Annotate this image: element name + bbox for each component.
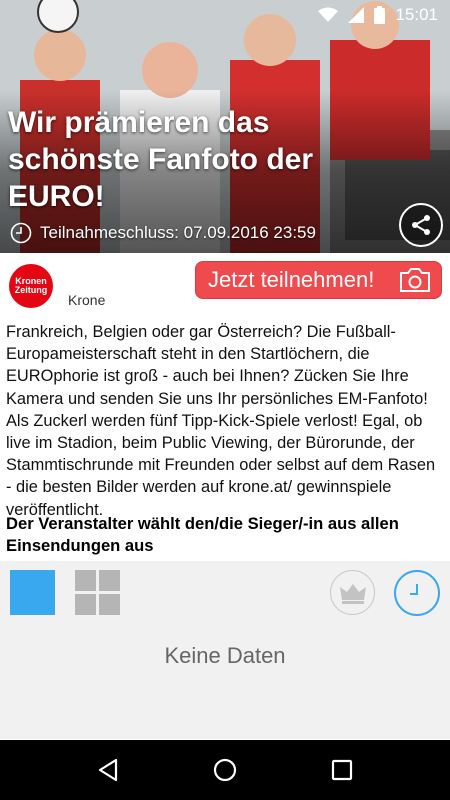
back-button[interactable]	[83, 745, 133, 795]
camera-icon	[400, 268, 430, 292]
grid-view-icon[interactable]	[75, 570, 120, 615]
system-nav-bar	[0, 740, 450, 800]
empty-state-text: Keine Daten	[164, 643, 286, 668]
home-icon	[213, 758, 237, 782]
publisher-name: Krone	[68, 292, 106, 308]
participate-button[interactable]: Jetzt teilnehmen!	[195, 261, 442, 299]
clock-icon	[10, 222, 32, 244]
sort-top-button[interactable]	[330, 570, 375, 615]
share-button[interactable]	[399, 203, 443, 247]
deadline: Teilnahmeschluss: 07.09.2016 23:59	[10, 222, 316, 244]
sort-recent-button[interactable]	[394, 570, 440, 616]
wifi-icon	[318, 7, 339, 22]
recents-icon	[331, 759, 352, 781]
single-view-icon[interactable]	[10, 570, 55, 615]
hero-title: Wir prämieren das schönste Fanfoto der E…	[8, 106, 314, 213]
status-bar: 15:01	[0, 0, 450, 30]
share-icon	[412, 215, 430, 235]
deadline-text: Teilnahmeschluss: 07.09.2016 23:59	[40, 223, 316, 242]
publisher-logo: Kronen Zeitung	[9, 264, 53, 308]
back-icon	[99, 758, 118, 782]
participate-label: Jetzt teilnehmen!	[208, 267, 375, 292]
clock-icon	[410, 584, 418, 595]
recents-button[interactable]	[317, 745, 367, 795]
crown-icon	[339, 583, 366, 604]
description-text: Frankreich, Belgien oder gar Österreich?…	[6, 323, 436, 519]
rules-text: Der Veranstalter wählt den/die Sieger/-i…	[6, 514, 399, 555]
signal-icon	[348, 7, 365, 23]
home-button[interactable]	[200, 745, 250, 795]
battery-icon	[374, 6, 386, 24]
status-time: 15:01	[395, 5, 438, 24]
